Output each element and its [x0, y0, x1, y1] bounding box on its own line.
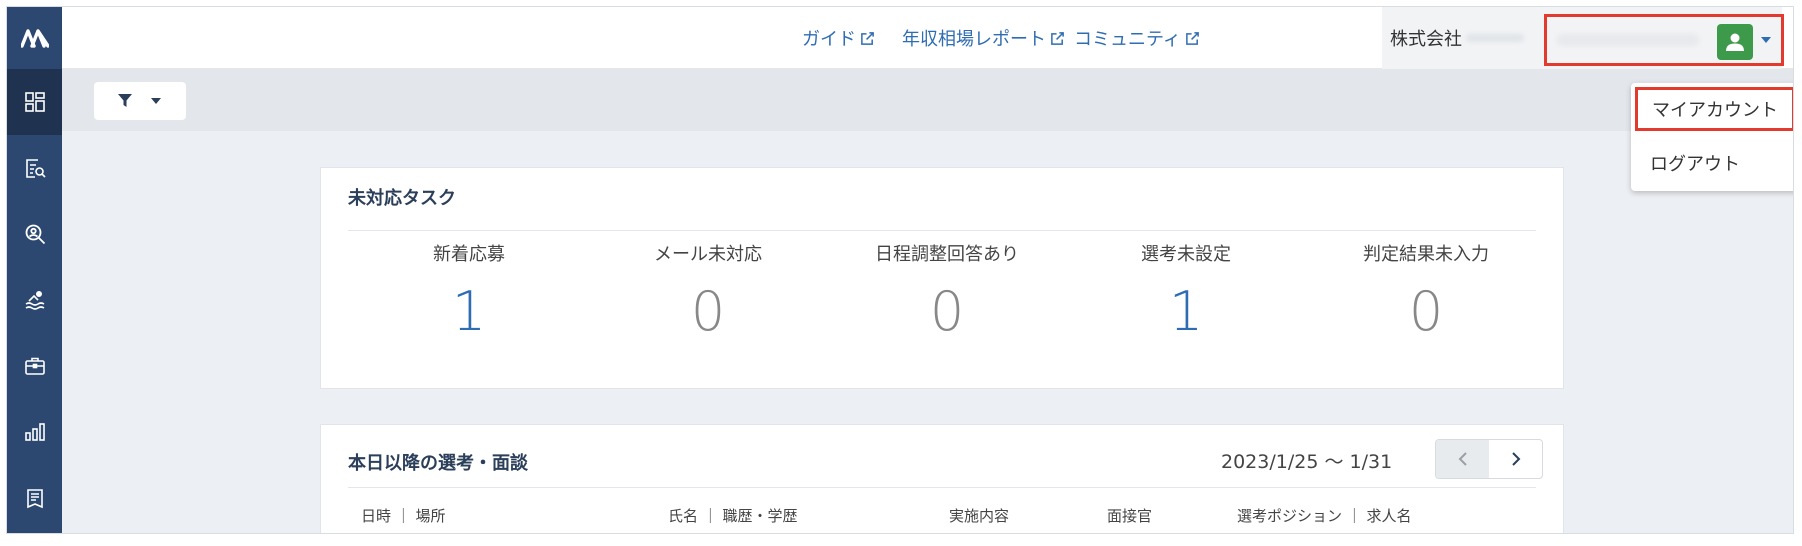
bar-chart-icon[interactable]	[7, 399, 62, 465]
task-count[interactable]: 0	[588, 282, 828, 342]
week-pager	[1435, 439, 1543, 479]
prev-week-button[interactable]	[1436, 440, 1489, 478]
chevron-down-icon	[151, 98, 161, 104]
external-link-icon	[861, 31, 874, 45]
chevron-right-icon	[1511, 452, 1520, 466]
task-label: 選考未設定	[1141, 244, 1231, 265]
forms-icon[interactable]	[7, 465, 62, 531]
column-header: 氏名 ｜ 職歴・学歴	[668, 507, 798, 525]
task-count[interactable]: 0	[1306, 282, 1546, 342]
document-search-icon[interactable]	[7, 135, 62, 201]
column-header: 実施内容	[949, 507, 1010, 525]
external-link-icon	[1051, 31, 1064, 45]
user-menu-button[interactable]	[1544, 14, 1784, 66]
column-header: 面接官	[1107, 507, 1153, 525]
filter-button[interactable]	[94, 82, 186, 120]
community-link[interactable]: コミュニティ	[1074, 7, 1200, 69]
sidebar	[7, 7, 62, 533]
task-count[interactable]: 0	[827, 282, 1067, 342]
avatar[interactable]	[1717, 24, 1753, 60]
my-account-menu-item[interactable]: マイアカウント	[1635, 87, 1793, 131]
app-frame: ガイド 年収相場レポート コミュニティ 株式会社 未対応タスク 新着応募 1 メ…	[6, 6, 1794, 534]
briefcase-icon[interactable]	[7, 333, 62, 399]
user-icon	[1726, 33, 1744, 51]
task-count[interactable]: 1	[1066, 282, 1306, 342]
guide-link[interactable]: ガイド	[802, 7, 875, 69]
guide-link-label: ガイド	[802, 29, 856, 50]
salary-report-link-label: 年収相場レポート	[902, 29, 1046, 50]
filter-icon	[118, 94, 132, 107]
company-name: 株式会社	[1390, 29, 1462, 50]
task-selection-unset[interactable]: 選考未設定 1	[1066, 242, 1306, 342]
task-label: 判定結果未入力	[1363, 244, 1489, 265]
task-new-applications[interactable]: 新着応募 1	[349, 242, 589, 342]
logout-menu-item[interactable]: ログアウト	[1631, 139, 1793, 187]
community-link-label: コミュニティ	[1074, 29, 1181, 50]
user-name-redacted	[1557, 34, 1699, 46]
chevron-left-icon	[1458, 452, 1467, 466]
upcoming-schedule-title: 本日以降の選考・面談	[348, 453, 528, 474]
task-schedule-replies[interactable]: 日程調整回答あり 0	[827, 242, 1067, 342]
task-unanswered-mail[interactable]: メール未対応 0	[588, 242, 828, 342]
person-search-icon[interactable]	[7, 201, 62, 267]
top-header: ガイド 年収相場レポート コミュニティ 株式会社	[62, 7, 1793, 69]
task-count[interactable]: 1	[349, 282, 589, 342]
divider	[348, 487, 1536, 488]
chevron-down-icon[interactable]	[1760, 36, 1772, 44]
date-range: 2023/1/25 〜 1/31	[1221, 450, 1393, 473]
divider	[348, 230, 1536, 231]
swimmer-icon[interactable]	[7, 267, 62, 333]
company-name-redacted	[1466, 34, 1524, 42]
task-label: 日程調整回答あり	[875, 244, 1019, 265]
task-label: 新着応募	[433, 244, 505, 265]
task-result-unentered[interactable]: 判定結果未入力 0	[1306, 242, 1546, 342]
next-week-button[interactable]	[1489, 440, 1542, 478]
pending-tasks-card: 未対応タスク 新着応募 1 メール未対応 0 日程調整回答あり 0 選考未設定 …	[320, 167, 1564, 389]
column-header: 日時 ｜ 場所	[361, 507, 446, 525]
logo-icon[interactable]	[7, 7, 62, 69]
filter-bar	[62, 69, 1793, 131]
column-header: 選考ポジション ｜ 求人名	[1237, 507, 1412, 525]
external-link-icon	[1186, 31, 1199, 45]
upcoming-schedule-card: 本日以降の選考・面談 2023/1/25 〜 1/31 日時 ｜ 場所 氏名 ｜…	[320, 424, 1564, 533]
user-dropdown-menu: マイアカウント ログアウト	[1631, 83, 1793, 191]
pending-tasks-title: 未対応タスク	[348, 188, 456, 209]
dashboard-icon[interactable]	[7, 69, 62, 135]
task-label: メール未対応	[654, 244, 762, 265]
salary-report-link[interactable]: 年収相場レポート	[902, 7, 1065, 69]
